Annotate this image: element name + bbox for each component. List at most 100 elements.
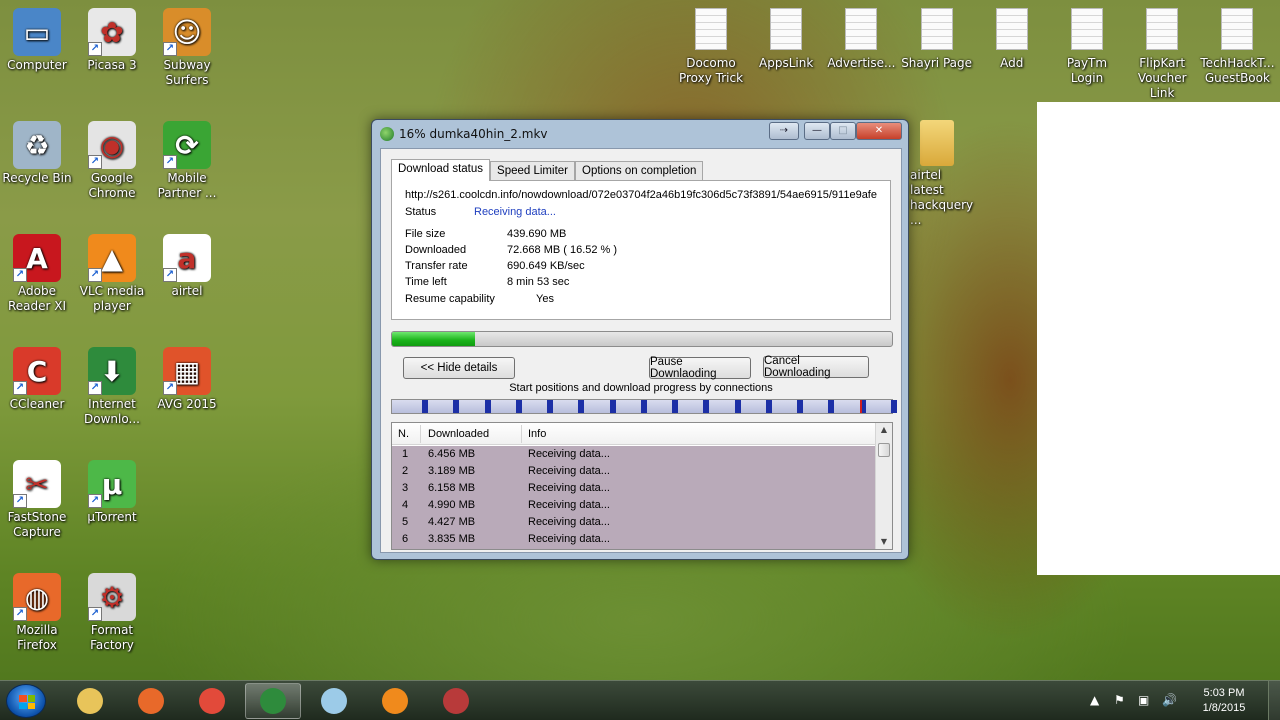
show-desktop-button[interactable] <box>1268 681 1280 720</box>
hide-details-button[interactable]: << Hide details <box>403 357 515 379</box>
desktop-icon-format-factory[interactable]: ⚙ ↗ Format Factory <box>75 573 149 653</box>
clock-time: 5:03 PM <box>1203 687 1245 699</box>
table-row[interactable]: 6 3.835 MB Receiving data... <box>392 531 876 548</box>
table-row[interactable]: 4 4.990 MB Receiving data... <box>392 497 876 514</box>
column-header-n[interactable]: N. <box>398 428 409 440</box>
pause-download-button[interactable]: Pause Downlaoding <box>649 356 751 380</box>
volume-icon[interactable]: 🔊 <box>1162 693 1177 707</box>
idm-icon <box>380 127 394 141</box>
desktop-icon-mobile-partner[interactable]: ⟳ ↗ Mobile Partner ... <box>150 121 224 201</box>
connection-segment <box>672 400 678 413</box>
desktop-icon-picasa-3[interactable]: ✿ ↗ Picasa 3 <box>75 8 149 73</box>
desktop-icon-label: Shayri Page <box>901 56 972 70</box>
desktop-icon-internet-downlo[interactable]: ⬇ ↗ Internet Downlo... <box>75 347 149 427</box>
vlc-icon <box>382 688 408 714</box>
app-icon: ▦ ↗ <box>163 347 211 395</box>
flag-icon[interactable]: ⚑ <box>1114 693 1125 707</box>
taskbar-item-explorer[interactable] <box>62 683 118 719</box>
app-icon: ◉ ↗ <box>88 121 136 169</box>
taskbar: ▲ ⚑ ▣ 🔊 5:03 PM 1/8/2015 <box>0 680 1280 720</box>
table-row[interactable]: 5 4.427 MB Receiving data... <box>392 514 876 531</box>
desktop-icon-document[interactable]: TechHackT... GuestBook <box>1200 8 1275 86</box>
taskbar-item-internet-download-manager[interactable] <box>245 683 301 719</box>
desktop-icon-mozilla-firefox[interactable]: ◍ ↗ Mozilla Firefox <box>0 573 74 653</box>
table-row[interactable]: 3 6.158 MB Receiving data... <box>392 480 876 497</box>
shortcut-arrow-icon: ↗ <box>13 607 27 621</box>
app-icon: a ↗ <box>163 234 211 282</box>
column-header-info[interactable]: Info <box>528 428 546 440</box>
resume-capability-value: Yes <box>536 293 554 305</box>
taskbar-item-chrome[interactable] <box>184 683 240 719</box>
tab-strip: Download status Speed Limiter Options on… <box>391 159 704 181</box>
show-hidden-icons-icon[interactable]: ▲ <box>1090 693 1099 707</box>
desktop-icon-subway-surfers[interactable]: ☺ ↗ Subway Surfers <box>150 8 224 88</box>
list-scrollbar[interactable]: ▲ ▼ <box>875 423 892 549</box>
close-button[interactable]: ✕ <box>856 122 902 140</box>
desktop-icon-airtel[interactable]: a ↗ airtel <box>150 234 224 299</box>
download-window[interactable]: 16% dumka40hin_2.mkv ⇢ — □ ✕ Download st… <box>371 119 909 560</box>
desktop-icon-document[interactable]: Advertise... <box>824 8 898 71</box>
column-header-downloaded[interactable]: Downloaded <box>428 428 489 440</box>
taskbar-item-firefox[interactable] <box>123 683 179 719</box>
connection-downloaded: 6.158 MB <box>428 482 476 494</box>
scroll-thumb[interactable] <box>878 443 890 457</box>
clock[interactable]: 5:03 PM 1/8/2015 <box>1194 686 1254 716</box>
desktop-icon-document[interactable]: AppsLink <box>749 8 823 71</box>
maximize-button[interactable]: □ <box>830 122 856 140</box>
desktop-icon-adobe-reader-xi[interactable]: A ↗ Adobe Reader XI <box>0 234 74 314</box>
window-titlebar[interactable]: 16% dumka40hin_2.mkv ⇢ — □ ✕ <box>372 120 908 148</box>
desktop-icon-label: Mozilla Firefox <box>16 623 58 652</box>
connection-segment <box>484 400 491 413</box>
table-row[interactable]: 1 6.456 MB Receiving data... <box>392 446 876 463</box>
app-icon: ▭ <box>13 8 61 56</box>
desktop-icon-vlc-media-player[interactable]: ▲ ↗ VLC media player <box>75 234 149 314</box>
minimize-to-tray-button[interactable]: ⇢ <box>769 122 799 140</box>
connection-segment <box>734 400 741 413</box>
desktop-icon-label: Mobile Partner ... <box>157 171 217 200</box>
network-icon[interactable]: ▣ <box>1138 693 1149 707</box>
desktop-icon-label: µTorrent <box>87 510 137 524</box>
scroll-down-icon[interactable]: ▼ <box>876 535 892 549</box>
connection-downloaded: 4.427 MB <box>428 516 476 528</box>
desktop-icon-label: AVG 2015 <box>157 397 217 411</box>
connections-list[interactable]: N. Downloaded Info 1 6.456 MB Receiving da… <box>391 422 893 550</box>
progress-fill <box>392 332 475 346</box>
cancel-download-button[interactable]: Cancel Downloading <box>763 355 869 379</box>
taskbar-item-snipping-tool[interactable] <box>428 683 484 719</box>
start-button[interactable] <box>6 684 46 718</box>
connection-segment <box>703 400 710 413</box>
connection-info: Receiving data... <box>528 516 610 528</box>
desktop-icon-label: Advertise... <box>827 56 896 70</box>
connection-number: 1 <box>402 448 409 460</box>
desktop-icon-document[interactable]: Shayri Page <box>900 8 974 71</box>
desktop-icon-faststone-capture[interactable]: ✂ ↗ FastStone Capture <box>0 460 74 540</box>
desktop-icon-document[interactable]: FlipKart Voucher Link <box>1125 8 1199 101</box>
desktop-icon-avg-2015[interactable]: ▦ ↗ AVG 2015 <box>150 347 224 412</box>
column-separator <box>420 425 421 443</box>
desktop-icon--torrent[interactable]: µ ↗ µTorrent <box>75 460 149 525</box>
desktop-icon-document[interactable]: PayTm Login <box>1050 8 1124 86</box>
desktop-icon-label: TechHackT... GuestBook <box>1200 56 1275 85</box>
desktop-icon-ccleaner[interactable]: C ↗ CCleaner <box>0 347 74 412</box>
scroll-up-icon[interactable]: ▲ <box>876 423 892 437</box>
desktop-icon-document[interactable]: Add <box>975 8 1049 71</box>
taskbar-item-notepad[interactable] <box>306 683 362 719</box>
tab-speed-limiter[interactable]: Speed Limiter <box>490 161 575 181</box>
desktop-icon-recycle-bin[interactable]: ♻ Recycle Bin <box>0 121 74 186</box>
desktop-icon-google-chrome[interactable]: ◉ ↗ Google Chrome <box>75 121 149 201</box>
connection-segment <box>422 400 428 413</box>
minimize-button[interactable]: — <box>804 122 830 140</box>
taskbar-item-vlc[interactable] <box>367 683 423 719</box>
desktop-icon-label: Add <box>1000 56 1024 70</box>
tab-options-on-completion[interactable]: Options on completion <box>575 161 704 181</box>
connection-downloaded: 3.835 MB <box>428 533 476 545</box>
tab-download-status[interactable]: Download status <box>391 159 491 181</box>
table-row[interactable]: 2 3.189 MB Receiving data... <box>392 463 876 480</box>
document-icon <box>1071 8 1103 50</box>
desktop-icon-document[interactable]: Docomo Proxy Trick <box>674 8 748 86</box>
chrome-icon <box>199 688 225 714</box>
shortcut-arrow-icon: ↗ <box>88 494 102 508</box>
shortcut-arrow-icon: ↗ <box>88 607 102 621</box>
desktop-icon-computer[interactable]: ▭ Computer <box>0 8 74 73</box>
shortcut-arrow-icon: ↗ <box>88 155 102 169</box>
